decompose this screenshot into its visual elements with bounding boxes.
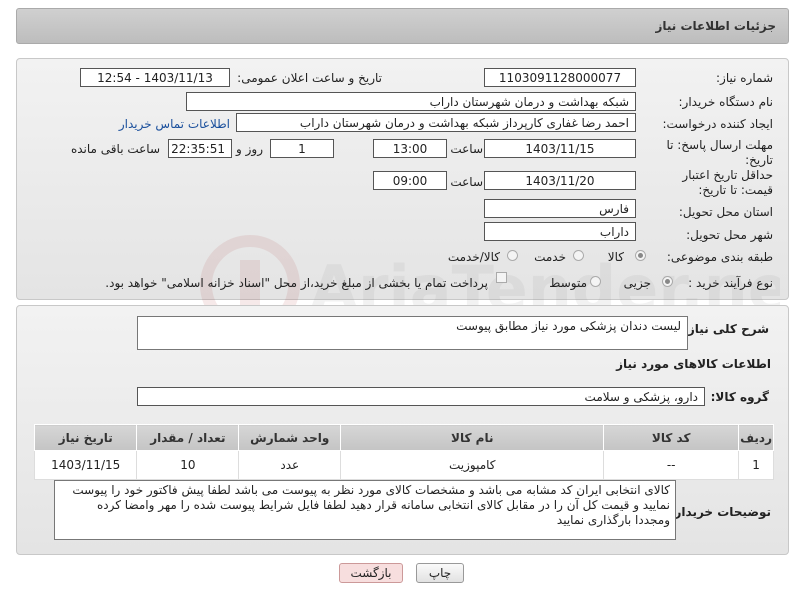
- need-number-label: شماره نیاز:: [716, 71, 773, 85]
- city-label: شهر محل تحویل:: [686, 228, 773, 242]
- city-field: داراب: [484, 222, 636, 241]
- deadline-time-field: 13:00: [373, 139, 447, 158]
- buyer-contact-link[interactable]: اطلاعات تماس خریدار: [119, 117, 230, 131]
- remaining-time-field: 22:35:51: [168, 139, 232, 158]
- deadline-time-label: ساعت: [450, 142, 483, 156]
- treasury-payment-checkbox[interactable]: [496, 272, 507, 283]
- price-validity-label: حداقل تاریخ اعتبار قیمت: تا تاریخ:: [682, 168, 773, 197]
- category-goods-service-label: کالا/خدمت: [447, 250, 500, 264]
- category-goods-radio[interactable]: [635, 250, 646, 261]
- col-unit: واحد شمارش: [238, 424, 342, 451]
- col-row-number: ردیف: [738, 424, 774, 451]
- goods-table: ردیف کد کالا نام کالا واحد شمارش تعداد /…: [33, 424, 774, 480]
- description-label: شرح کلی نیاز:: [683, 322, 769, 336]
- remaining-label: ساعت باقی مانده: [70, 142, 160, 156]
- cell-quantity: 10: [136, 450, 240, 480]
- col-goods-name: نام کالا: [340, 424, 605, 451]
- goods-group-field: دارو، پزشکی و سلامت: [137, 387, 705, 406]
- col-quantity: تعداد / مقدار: [136, 424, 240, 451]
- days-field: 1: [270, 139, 334, 158]
- deadline-label: مهلت ارسال پاسخ: تا تاریخ:: [666, 138, 773, 167]
- table-row: 1 -- کامپوزیت عدد 10 1403/11/15: [33, 450, 774, 480]
- print-button[interactable]: چاپ: [416, 563, 464, 583]
- cell-unit: عدد: [238, 450, 342, 480]
- creator-label: ایجاد کننده درخواست:: [662, 117, 773, 131]
- province-field: فارس: [484, 199, 636, 218]
- process-medium-radio[interactable]: [590, 276, 601, 287]
- cell-need-date: 1403/11/15: [33, 450, 138, 480]
- buyer-org-label: نام دستگاه خریدار:: [678, 95, 774, 109]
- days-label: روز و: [236, 142, 263, 156]
- cell-row-number: 1: [738, 450, 774, 480]
- process-type-label: نوع فرآیند خرید :: [688, 276, 773, 290]
- description-textarea: لیست دندان پزشکی مورد نیاز مطابق پیوست: [137, 316, 688, 350]
- category-goods-service-radio[interactable]: [507, 250, 518, 261]
- category-service-label: خدمت: [534, 250, 566, 264]
- need-number-field: 1103091128000077: [484, 68, 636, 87]
- cell-goods-code: --: [603, 450, 740, 480]
- goods-info-title: اطلاعات کالاهای مورد نیاز: [616, 357, 771, 371]
- category-service-radio[interactable]: [573, 250, 584, 261]
- category-goods-label: کالا: [607, 250, 624, 264]
- category-label: طبقه بندی موضوعی:: [666, 250, 773, 264]
- process-medium-label: متوسط: [549, 276, 587, 290]
- page-title: جزئیات اطلاعات نیاز: [655, 19, 776, 33]
- col-goods-code: کد کالا: [603, 424, 740, 451]
- page-header: جزئیات اطلاعات نیاز: [16, 8, 789, 44]
- cell-goods-name: کامپوزیت: [340, 450, 605, 480]
- validity-date-field: 1403/11/20: [484, 171, 636, 190]
- treasury-payment-note: پرداخت تمام یا بخشی از مبلغ خرید،از محل …: [105, 276, 488, 290]
- deadline-date-field: 1403/11/15: [484, 139, 636, 158]
- buyer-notes-label: توضیحات خریدار:: [669, 505, 771, 519]
- back-button[interactable]: بازگشت: [339, 563, 403, 583]
- buyer-notes-textarea: کالای انتخابی ایران کد مشابه می باشد و م…: [54, 480, 676, 540]
- validity-time-label: ساعت: [450, 175, 483, 189]
- buyer-org-field: شبکه بهداشت و درمان شهرستان داراب: [186, 92, 636, 111]
- province-label: استان محل تحویل:: [678, 205, 773, 219]
- col-need-date: تاریخ نیاز: [33, 424, 138, 451]
- announce-datetime-label: تاریخ و ساعت اعلان عمومی:: [237, 71, 382, 85]
- validity-time-field: 09:00: [373, 171, 447, 190]
- process-minor-label: جزیی: [623, 276, 651, 290]
- process-minor-radio[interactable]: [662, 276, 673, 287]
- announce-datetime-field: 1403/11/13 - 12:54: [80, 68, 230, 87]
- goods-table-header: ردیف کد کالا نام کالا واحد شمارش تعداد /…: [33, 424, 774, 451]
- creator-field: احمد رضا غفاری کارپرداز شبکه بهداشت و در…: [236, 113, 636, 132]
- goods-group-label: گروه کالا:: [710, 390, 769, 404]
